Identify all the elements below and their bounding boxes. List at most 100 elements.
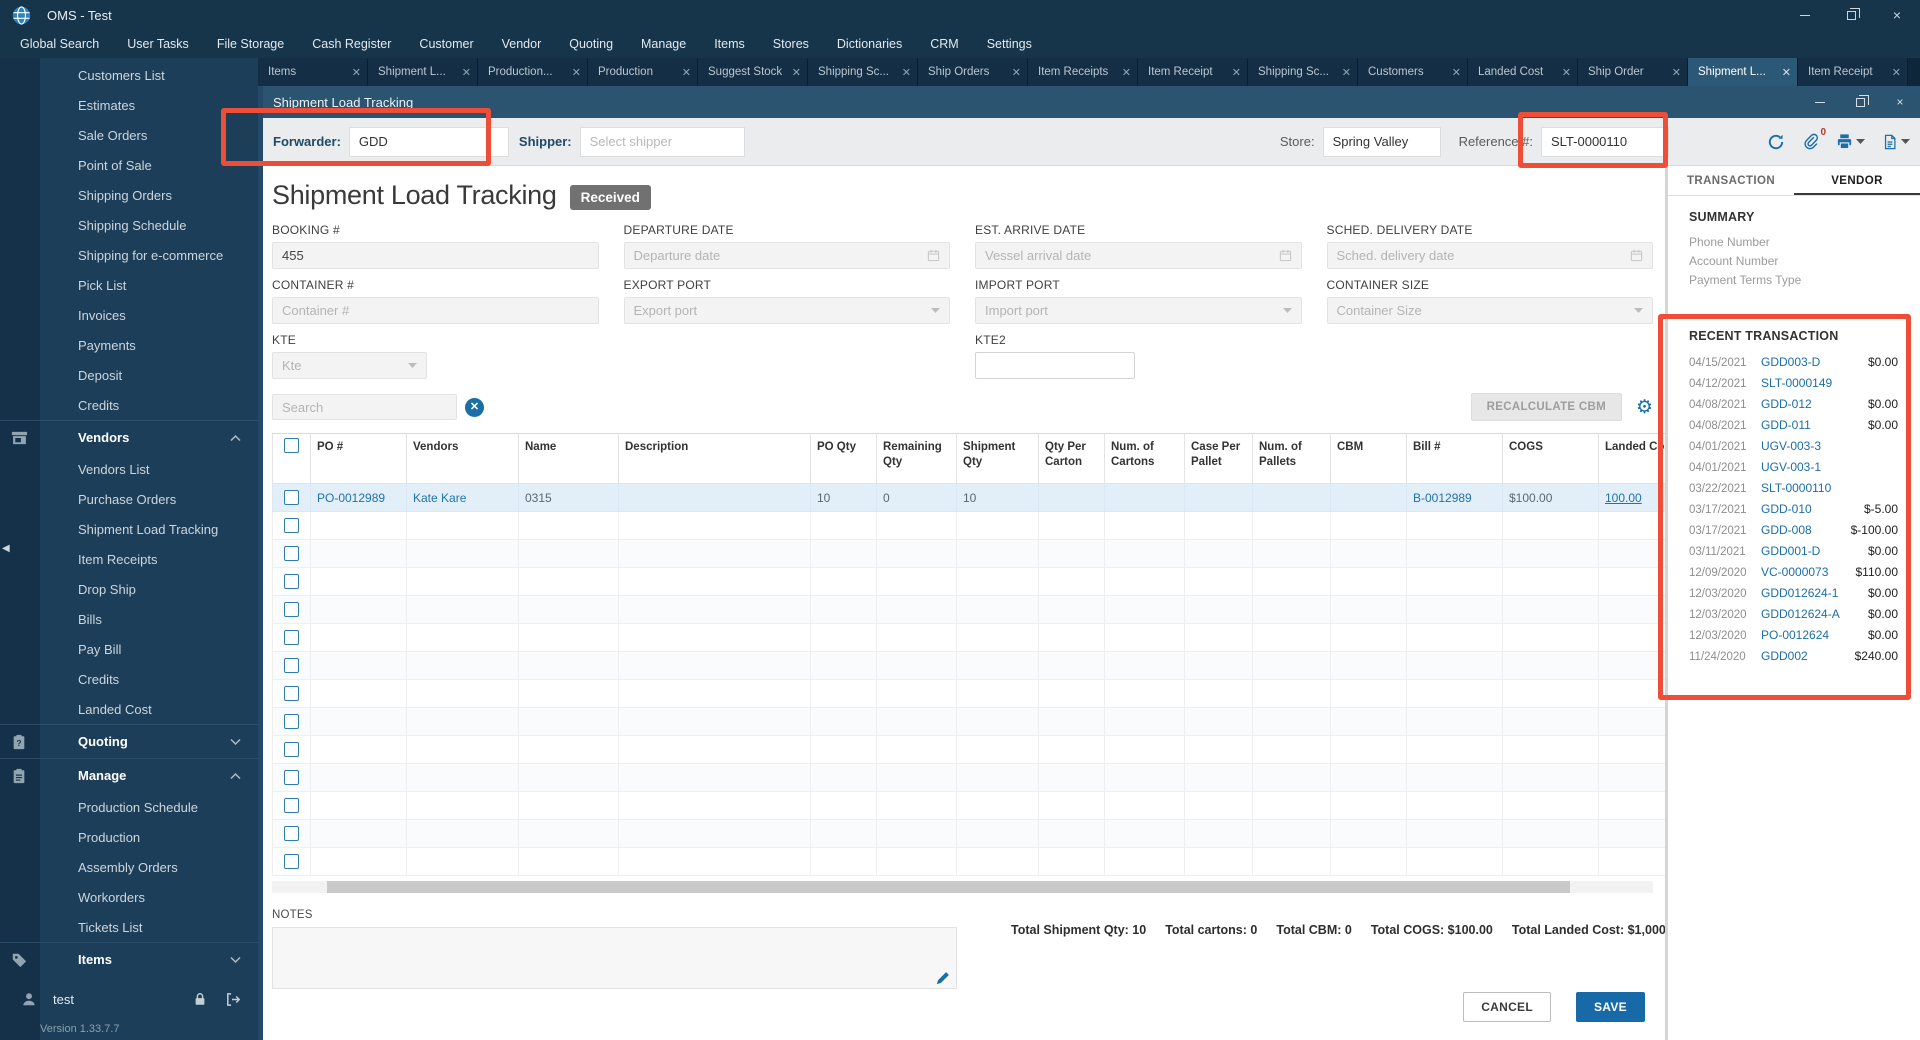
tab-close-icon[interactable]: ✕ bbox=[1672, 66, 1681, 79]
row-checkbox[interactable] bbox=[284, 714, 299, 730]
row-checkbox[interactable] bbox=[284, 546, 299, 562]
row-checkbox[interactable] bbox=[284, 602, 299, 618]
document-minimize-button[interactable] bbox=[1800, 86, 1840, 118]
document-tab[interactable]: Items ✕ bbox=[258, 58, 368, 86]
cancel-button[interactable]: CANCEL bbox=[1463, 992, 1551, 1022]
document-tab[interactable]: Landed Cost ✕ bbox=[1468, 58, 1578, 86]
sidebar-section-items[interactable]: Items bbox=[0, 942, 258, 976]
document-tab[interactable]: Item Receipt ✕ bbox=[1138, 58, 1248, 86]
document-close-button[interactable]: × bbox=[1880, 86, 1920, 118]
menu-item-manage[interactable]: Manage bbox=[627, 30, 700, 58]
sidebar-item-shipping-schedule[interactable]: Shipping Schedule bbox=[0, 210, 258, 240]
tab-close-icon[interactable]: ✕ bbox=[792, 66, 801, 79]
cell-link[interactable]: 100.00 bbox=[1605, 491, 1642, 505]
input-booking-[interactable]: 455 bbox=[272, 242, 599, 269]
sidebar-item-invoices[interactable]: Invoices bbox=[0, 300, 258, 330]
document-tab[interactable]: Item Receipts ✕ bbox=[1028, 58, 1138, 86]
row-checkbox[interactable] bbox=[284, 658, 299, 674]
row-checkbox[interactable] bbox=[284, 826, 299, 842]
report-icon[interactable] bbox=[1882, 134, 1910, 150]
tab-close-icon[interactable]: ✕ bbox=[572, 66, 581, 79]
tab-close-icon[interactable]: ✕ bbox=[1782, 66, 1791, 79]
transaction-link[interactable]: GDD012624-A bbox=[1761, 607, 1840, 621]
tab-close-icon[interactable]: ✕ bbox=[1892, 66, 1901, 79]
transaction-link[interactable]: GDD-011 bbox=[1761, 418, 1811, 432]
sidebar-item-production-schedule[interactable]: Production Schedule bbox=[0, 792, 258, 822]
document-tab[interactable]: Production... ✕ bbox=[478, 58, 588, 86]
reference-input[interactable] bbox=[1541, 126, 1669, 157]
tab-close-icon[interactable]: ✕ bbox=[462, 66, 471, 79]
sidebar-collapse-icon[interactable]: ◀ bbox=[2, 543, 10, 554]
transaction-link[interactable]: VC-0000073 bbox=[1761, 565, 1828, 579]
document-tab[interactable]: Suggest Stock ✕ bbox=[698, 58, 808, 86]
menu-item-vendor[interactable]: Vendor bbox=[488, 30, 556, 58]
sidebar-item-credits[interactable]: Credits bbox=[0, 664, 258, 694]
row-checkbox[interactable] bbox=[284, 770, 299, 786]
transaction-link[interactable]: GDD-012 bbox=[1761, 397, 1812, 411]
sidebar-item-credits[interactable]: Credits bbox=[0, 390, 258, 420]
menu-item-user-tasks[interactable]: User Tasks bbox=[113, 30, 203, 58]
transaction-link[interactable]: PO-0012624 bbox=[1761, 628, 1829, 642]
row-checkbox[interactable] bbox=[284, 630, 299, 646]
notes-textarea[interactable] bbox=[272, 927, 957, 989]
transaction-link[interactable]: UGV-003-3 bbox=[1761, 439, 1821, 453]
sidebar-item-customers-list[interactable]: Customers List bbox=[0, 60, 258, 90]
document-tab[interactable]: Ship Order ✕ bbox=[1578, 58, 1688, 86]
attachment-icon[interactable]: 0 bbox=[1802, 127, 1826, 150]
transaction-link[interactable]: GDD001-D bbox=[1761, 544, 1820, 558]
menu-item-global-search[interactable]: Global Search bbox=[6, 30, 113, 58]
shipper-input[interactable] bbox=[579, 126, 745, 157]
tab-close-icon[interactable]: ✕ bbox=[902, 66, 911, 79]
sidebar-item-deposit[interactable]: Deposit bbox=[0, 360, 258, 390]
input-sched-delivery-date[interactable]: Sched. delivery date bbox=[1326, 242, 1653, 269]
document-tab[interactable]: Ship Orders ✕ bbox=[918, 58, 1028, 86]
transaction-link[interactable]: GDD003-D bbox=[1761, 355, 1820, 369]
save-button[interactable]: SAVE bbox=[1576, 992, 1645, 1022]
window-restore-button[interactable] bbox=[1828, 0, 1874, 30]
window-close-button[interactable]: × bbox=[1874, 0, 1920, 30]
refresh-icon[interactable] bbox=[1767, 133, 1785, 151]
transaction-link[interactable]: GDD012624-1 bbox=[1761, 586, 1838, 600]
input-est-arrive-date[interactable]: Vessel arrival date bbox=[975, 242, 1302, 269]
document-tab[interactable]: Shipment L... ✕ bbox=[368, 58, 478, 86]
sidebar-item-pick-list[interactable]: Pick List bbox=[0, 270, 258, 300]
window-minimize-button[interactable] bbox=[1782, 0, 1828, 30]
transaction-link[interactable]: GDD-008 bbox=[1761, 523, 1812, 537]
panel-tab-transaction[interactable]: TRANSACTION bbox=[1668, 166, 1794, 195]
row-checkbox[interactable] bbox=[284, 574, 299, 590]
menu-item-file-storage[interactable]: File Storage bbox=[203, 30, 298, 58]
document-tab[interactable]: Production ✕ bbox=[588, 58, 698, 86]
tab-close-icon[interactable]: ✕ bbox=[1452, 66, 1461, 79]
forwarder-input[interactable] bbox=[348, 126, 509, 157]
row-checkbox[interactable] bbox=[284, 686, 299, 702]
sidebar-item-purchase-orders[interactable]: Purchase Orders bbox=[0, 484, 258, 514]
horizontal-scrollbar[interactable] bbox=[272, 881, 1653, 893]
sidebar-item-assembly-orders[interactable]: Assembly Orders bbox=[0, 852, 258, 882]
document-tab[interactable]: Shipment L... ✕ bbox=[1688, 58, 1798, 86]
sidebar-item-bills[interactable]: Bills bbox=[0, 604, 258, 634]
tab-close-icon[interactable]: ✕ bbox=[1232, 66, 1241, 79]
sidebar-item-shipping-orders[interactable]: Shipping Orders bbox=[0, 180, 258, 210]
input-departure-date[interactable]: Departure date bbox=[623, 242, 950, 269]
menu-item-stores[interactable]: Stores bbox=[759, 30, 823, 58]
print-icon[interactable] bbox=[1836, 133, 1865, 150]
sidebar-section-manage[interactable]: Manage bbox=[0, 758, 258, 792]
tab-close-icon[interactable]: ✕ bbox=[1342, 66, 1351, 79]
sidebar-item-shipping-for-e-commerce[interactable]: Shipping for e-commerce bbox=[0, 240, 258, 270]
transaction-link[interactable]: GDD-010 bbox=[1761, 502, 1812, 516]
sidebar-item-shipment-load-tracking[interactable]: Shipment Load Tracking bbox=[0, 514, 258, 544]
panel-tab-vendor[interactable]: VENDOR bbox=[1794, 166, 1920, 195]
sidebar-item-estimates[interactable]: Estimates bbox=[0, 90, 258, 120]
row-checkbox[interactable] bbox=[284, 490, 299, 506]
transaction-link[interactable]: GDD002 bbox=[1761, 649, 1808, 663]
select-container-size[interactable]: Container Size bbox=[1326, 297, 1653, 324]
recalculate-cbm-button[interactable]: RECALCULATE CBM bbox=[1470, 393, 1622, 421]
sidebar-item-payments[interactable]: Payments bbox=[0, 330, 258, 360]
sidebar-section-vendors[interactable]: Vendors bbox=[0, 420, 258, 454]
menu-item-customer[interactable]: Customer bbox=[405, 30, 487, 58]
row-checkbox[interactable] bbox=[284, 742, 299, 758]
cell-link[interactable]: Kate Kare bbox=[413, 491, 466, 505]
edit-notes-icon[interactable] bbox=[935, 971, 950, 986]
tab-close-icon[interactable]: ✕ bbox=[682, 66, 691, 79]
tab-close-icon[interactable]: ✕ bbox=[352, 66, 361, 79]
